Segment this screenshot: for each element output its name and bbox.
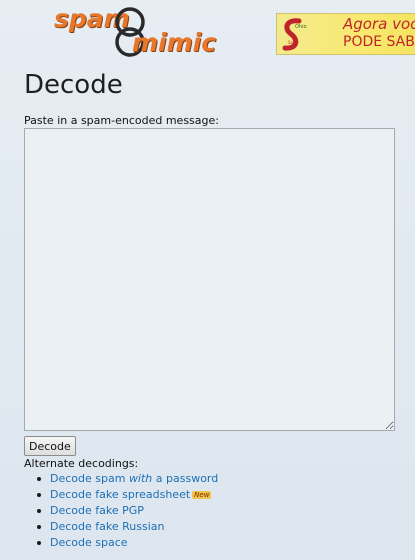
- new-badge: New: [192, 491, 212, 499]
- list-item: Decode fake Russian: [36, 519, 218, 535]
- list-item: Decode spam with a password: [36, 471, 218, 487]
- link-text: Decode spam: [50, 472, 129, 485]
- decode-spam-password-link[interactable]: Decode spam with a password: [50, 472, 218, 485]
- spammimic-logo[interactable]: spam mimic: [52, 4, 232, 58]
- svg-text:Safe: Safe: [288, 40, 297, 45]
- decode-fake-pgp-link[interactable]: Decode fake PGP: [50, 504, 144, 517]
- advertisement-banner[interactable]: Ohio Safe Agora você PODE SABER: [276, 13, 415, 55]
- alternate-decodings-title: Alternate decodings:: [24, 457, 139, 470]
- logo-word-mimic: mimic: [132, 28, 217, 57]
- seal-logo-icon: Ohio Safe: [282, 18, 307, 51]
- svg-text:Ohio: Ohio: [295, 24, 307, 30]
- alternate-decodings-list: Decode spam with a password Decode fake …: [36, 471, 218, 551]
- page-title: Decode: [24, 70, 123, 100]
- list-item: Decode space: [36, 535, 218, 551]
- ad-subheadline: PODE SABER: [343, 34, 415, 50]
- list-item: Decode fake PGP: [36, 503, 218, 519]
- link-text: a password: [152, 472, 219, 485]
- ad-headline: Agora você: [343, 15, 415, 33]
- message-textarea[interactable]: [24, 128, 395, 431]
- decode-button[interactable]: Decode: [24, 436, 76, 456]
- decode-space-link[interactable]: Decode space: [50, 536, 128, 549]
- decode-fake-russian-link[interactable]: Decode fake Russian: [50, 520, 164, 533]
- list-item: Decode fake spreadsheet New: [36, 487, 218, 503]
- message-label: Paste in a spam-encoded message:: [24, 114, 219, 127]
- link-emphasis: with: [128, 472, 153, 485]
- decode-fake-spreadsheet-link[interactable]: Decode fake spreadsheet: [50, 488, 190, 501]
